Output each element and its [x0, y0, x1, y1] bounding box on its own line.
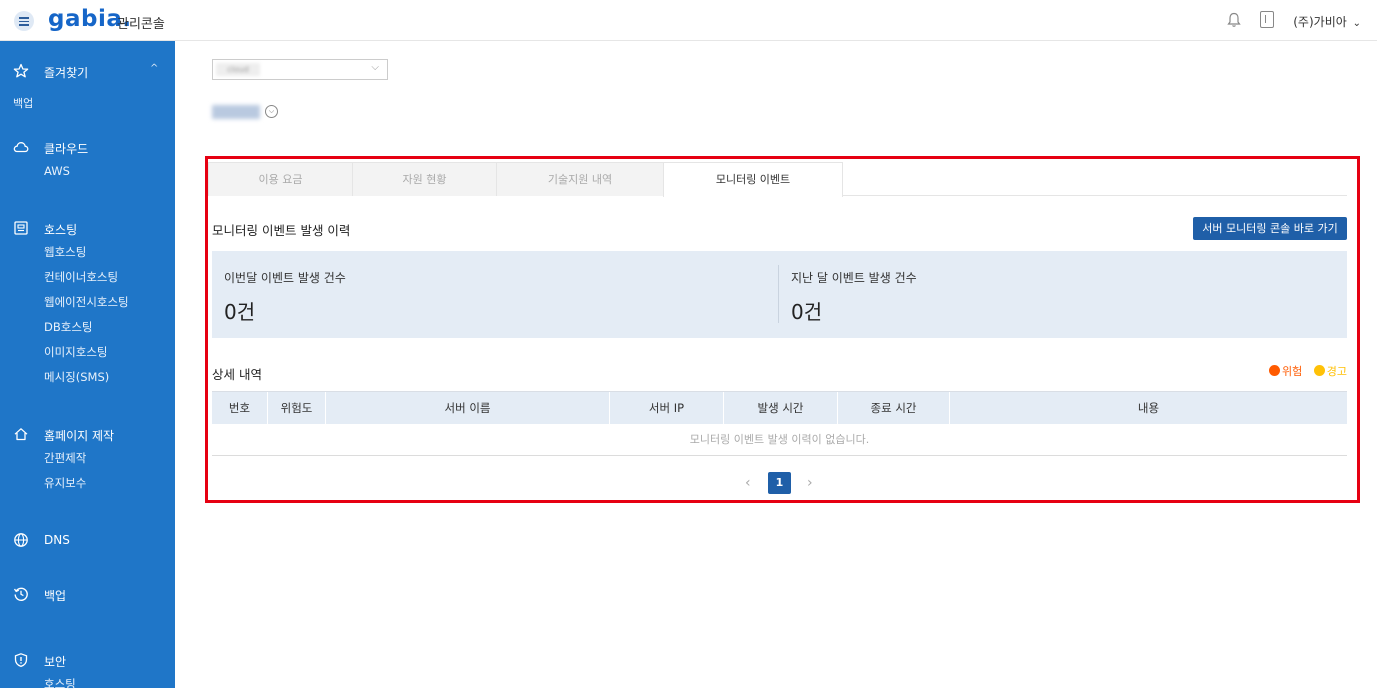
service-select[interactable]: cloud ⌵ — [212, 59, 388, 80]
sidebar-hosting-header[interactable]: 호스팅 — [0, 216, 175, 240]
sidebar-item-container-hosting[interactable]: 컨테이너호스팅 — [0, 265, 175, 290]
legend-danger: 위험 — [1269, 365, 1306, 378]
globe-icon — [14, 533, 28, 547]
column-header-end-time: 종료 시간 — [838, 392, 950, 424]
sidebar-security-header[interactable]: 보안 — [0, 648, 175, 672]
last-month-summary: 지난 달 이벤트 발생 건수 0건 — [779, 251, 1347, 338]
chevron-down-icon: ⌄ — [1352, 18, 1361, 29]
chevron-left-icon[interactable]: ‹ — [745, 475, 751, 491]
this-month-summary: 이번달 이벤트 발생 건수 0건 — [212, 251, 778, 338]
chevron-right-icon[interactable]: › — [807, 475, 813, 491]
sidebar-group-cloud: 클라우드 AWS — [0, 135, 175, 184]
chevron-down-icon: ⌵ — [371, 62, 379, 73]
sidebar-item-security-hosting[interactable]: 호스팅 — [0, 672, 175, 697]
event-history-title: 모니터링 이벤트 발생 이력 — [212, 223, 351, 238]
sidebar-backup-header[interactable]: 백업 — [0, 582, 175, 606]
column-header-number: 번호 — [212, 392, 268, 424]
expand-circle-icon[interactable]: ⌵ — [265, 105, 278, 118]
chevron-up-icon[interactable]: ^ — [150, 63, 158, 74]
sidebar-favorites-header[interactable]: 즐겨찾기 ^ — [0, 59, 175, 83]
hosting-icon — [14, 221, 28, 235]
sidebar-item-image-hosting[interactable]: 이미지호스팅 — [0, 340, 175, 365]
sidebar-item-db-hosting[interactable]: DB호스팅 — [0, 315, 175, 340]
top-header: gabia. 관리콘솔 (주)가비아 ⌄ — [0, 0, 1377, 41]
sidebar-item-messaging-sms[interactable]: 메시징(SMS) — [0, 365, 175, 390]
sidebar-group-backup: 백업 — [0, 582, 175, 606]
sidebar-favorites-label: 즐겨찾기 — [44, 66, 89, 80]
this-month-label: 이번달 이벤트 발생 건수 — [224, 271, 346, 285]
sidebar-group-hosting: 호스팅 웹호스팅 컨테이너호스팅 웹에이전시호스팅 DB호스팅 이미지호스팅 메… — [0, 216, 175, 390]
sidebar-cloud-header[interactable]: 클라우드 — [0, 135, 175, 159]
server-monitoring-console-button[interactable]: 서버 모니터링 콘솔 바로 가기 — [1193, 217, 1347, 240]
sidebar-homepage-label: 홈페이지 제작 — [44, 429, 115, 443]
sidebar-dns-header[interactable]: DNS — [0, 528, 175, 552]
shield-icon — [14, 653, 28, 668]
sidebar-group-homepage: 홈페이지 제작 간편제작 유지보수 — [0, 422, 175, 496]
this-month-count: 0건 — [224, 300, 256, 324]
document-icon[interactable] — [1260, 11, 1274, 28]
tab-usage-fee[interactable]: 이용 요금 — [208, 162, 353, 196]
pagination: ‹ 1 › — [175, 471, 1377, 495]
sidebar-group-favorites: 즐겨찾기 ^ 백업 — [0, 59, 175, 110]
user-name: (주)가비아 — [1293, 15, 1347, 29]
legend-warning: 경고 — [1313, 365, 1347, 378]
sidebar-backup-label: 백업 — [44, 589, 67, 603]
sidebar-item-web-agency-hosting[interactable]: 웹에이전시호스팅 — [0, 290, 175, 315]
column-header-server-ip: 서버 IP — [610, 392, 724, 424]
last-month-label: 지난 달 이벤트 발생 건수 — [791, 271, 917, 285]
sidebar-item-easy-build[interactable]: 간편제작 — [0, 446, 175, 471]
sidebar-homepage-header[interactable]: 홈페이지 제작 — [0, 422, 175, 446]
cloud-icon — [13, 142, 29, 153]
page-1-button[interactable]: 1 — [768, 472, 791, 494]
tab-monitoring-event[interactable]: 모니터링 이벤트 — [663, 162, 843, 197]
home-icon — [14, 428, 28, 441]
console-title: 관리콘솔 — [117, 17, 165, 32]
service-title — [212, 105, 260, 119]
tab-bar: 이용 요금 자원 현황 기술지원 내역 모니터링 이벤트 — [208, 162, 1347, 197]
sidebar-cloud-label: 클라우드 — [44, 142, 89, 156]
sidebar-item-maintenance[interactable]: 유지보수 — [0, 471, 175, 496]
sidebar-group-security: 보안 호스팅 — [0, 648, 175, 697]
danger-dot-icon — [1269, 365, 1280, 376]
column-header-start-time: 발생 시간 — [724, 392, 838, 424]
last-month-count: 0건 — [791, 300, 823, 324]
column-header-server-name: 서버 이름 — [326, 392, 610, 424]
sidebar: 즐겨찾기 ^ 백업 클라우드 AWS 호스팅 웹호스팅 컨테이너호스팅 웹에이전… — [0, 41, 175, 691]
sidebar-hosting-label: 호스팅 — [44, 223, 78, 237]
event-summary-panel: 이번달 이벤트 발생 건수 0건 지난 달 이벤트 발생 건수 0건 — [212, 251, 1347, 338]
severity-legend: 위험 경고 — [1261, 363, 1347, 379]
star-icon — [13, 63, 29, 78]
sidebar-security-label: 보안 — [44, 655, 67, 669]
warning-dot-icon — [1313, 365, 1325, 376]
service-select-value: cloud — [216, 63, 260, 76]
table-header-row: 번호 위험도 서버 이름 서버 IP 발생 시간 종료 시간 내용 — [212, 391, 1347, 424]
sidebar-dns-label: DNS — [44, 533, 70, 547]
main-content: cloud ⌵ ⌵ 이용 요금 자원 현황 기술지원 내역 모니터링 이벤트 모… — [175, 41, 1377, 688]
table-empty-message: 모니터링 이벤트 발생 이력이 없습니다. — [212, 424, 1347, 456]
history-icon — [13, 587, 28, 601]
hamburger-menu-icon[interactable] — [14, 11, 34, 31]
sidebar-item-web-hosting[interactable]: 웹호스팅 — [0, 240, 175, 265]
user-account-menu[interactable]: (주)가비아 ⌄ — [1293, 13, 1361, 30]
details-title: 상세 내역 — [212, 367, 262, 382]
tab-tech-support[interactable]: 기술지원 내역 — [496, 162, 664, 196]
sidebar-item-aws[interactable]: AWS — [0, 159, 175, 184]
sidebar-item-favorite-backup[interactable]: 백업 — [13, 95, 33, 111]
sidebar-group-dns: DNS — [0, 528, 175, 552]
tab-resource-status[interactable]: 자원 현황 — [352, 162, 497, 196]
column-header-severity: 위험도 — [268, 392, 326, 424]
bell-icon[interactable] — [1227, 12, 1241, 28]
column-header-content: 내용 — [1137, 401, 1160, 415]
event-details-table: 번호 위험도 서버 이름 서버 IP 발생 시간 종료 시간 내용 모니터링 이… — [212, 391, 1347, 456]
